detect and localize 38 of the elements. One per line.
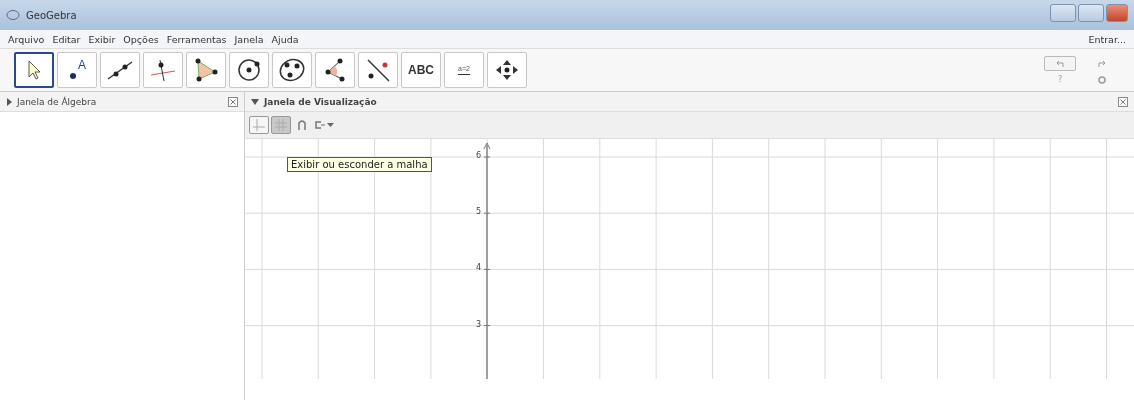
minimize-button[interactable] <box>1050 4 1076 22</box>
axis-label: 5 <box>476 207 482 217</box>
menu-item[interactable]: Ferramentas <box>162 33 231 45</box>
axis-label: 4 <box>476 263 482 273</box>
app-logo-icon <box>6 9 20 21</box>
redo-icon <box>1097 59 1107 68</box>
tool-button[interactable]: A <box>57 52 97 88</box>
point-capture-dropdown-icon[interactable] <box>313 120 335 130</box>
panel-title: Janela de Álgebra <box>17 96 97 107</box>
expand-triangle-icon[interactable] <box>6 97 12 106</box>
tool-button[interactable]: ABC <box>401 52 441 88</box>
toggle-button[interactable] <box>271 116 291 134</box>
undo-icon <box>1055 59 1065 68</box>
window-title: GeoGebra <box>26 9 77 21</box>
axes-icon <box>253 119 265 131</box>
menu-item[interactable]: Exibir <box>84 33 120 45</box>
pin-icon[interactable] <box>297 119 307 131</box>
maximize-button[interactable] <box>1078 4 1104 22</box>
menu-item[interactable]: Ajuda <box>267 33 303 45</box>
menu-item[interactable]: Editar <box>48 33 85 45</box>
toggle-button[interactable] <box>249 116 269 134</box>
close-button[interactable] <box>1106 4 1128 22</box>
perpendicular-lines-icon <box>148 57 178 83</box>
close-icon[interactable] <box>228 96 238 107</box>
axis-label: 3 <box>476 319 482 329</box>
menu-item[interactable]: Janela <box>230 33 268 45</box>
sign-in-link[interactable]: Entrar... <box>1088 33 1130 45</box>
ellipse-icon <box>277 57 307 83</box>
text-tool-label: ABC <box>408 63 434 77</box>
tooltip: Exibir ou esconder a malha <box>287 157 432 172</box>
panel-title: Janela de Visualização <box>264 96 377 107</box>
tool-button[interactable] <box>14 52 54 88</box>
settings-icon[interactable] <box>1098 75 1106 84</box>
menu-item[interactable]: Arquivo <box>4 33 49 45</box>
menu-item[interactable]: Opções <box>119 33 163 45</box>
axis-label: 6 <box>476 151 482 160</box>
close-icon[interactable] <box>1118 96 1128 107</box>
collapse-triangle-icon[interactable] <box>251 97 259 106</box>
